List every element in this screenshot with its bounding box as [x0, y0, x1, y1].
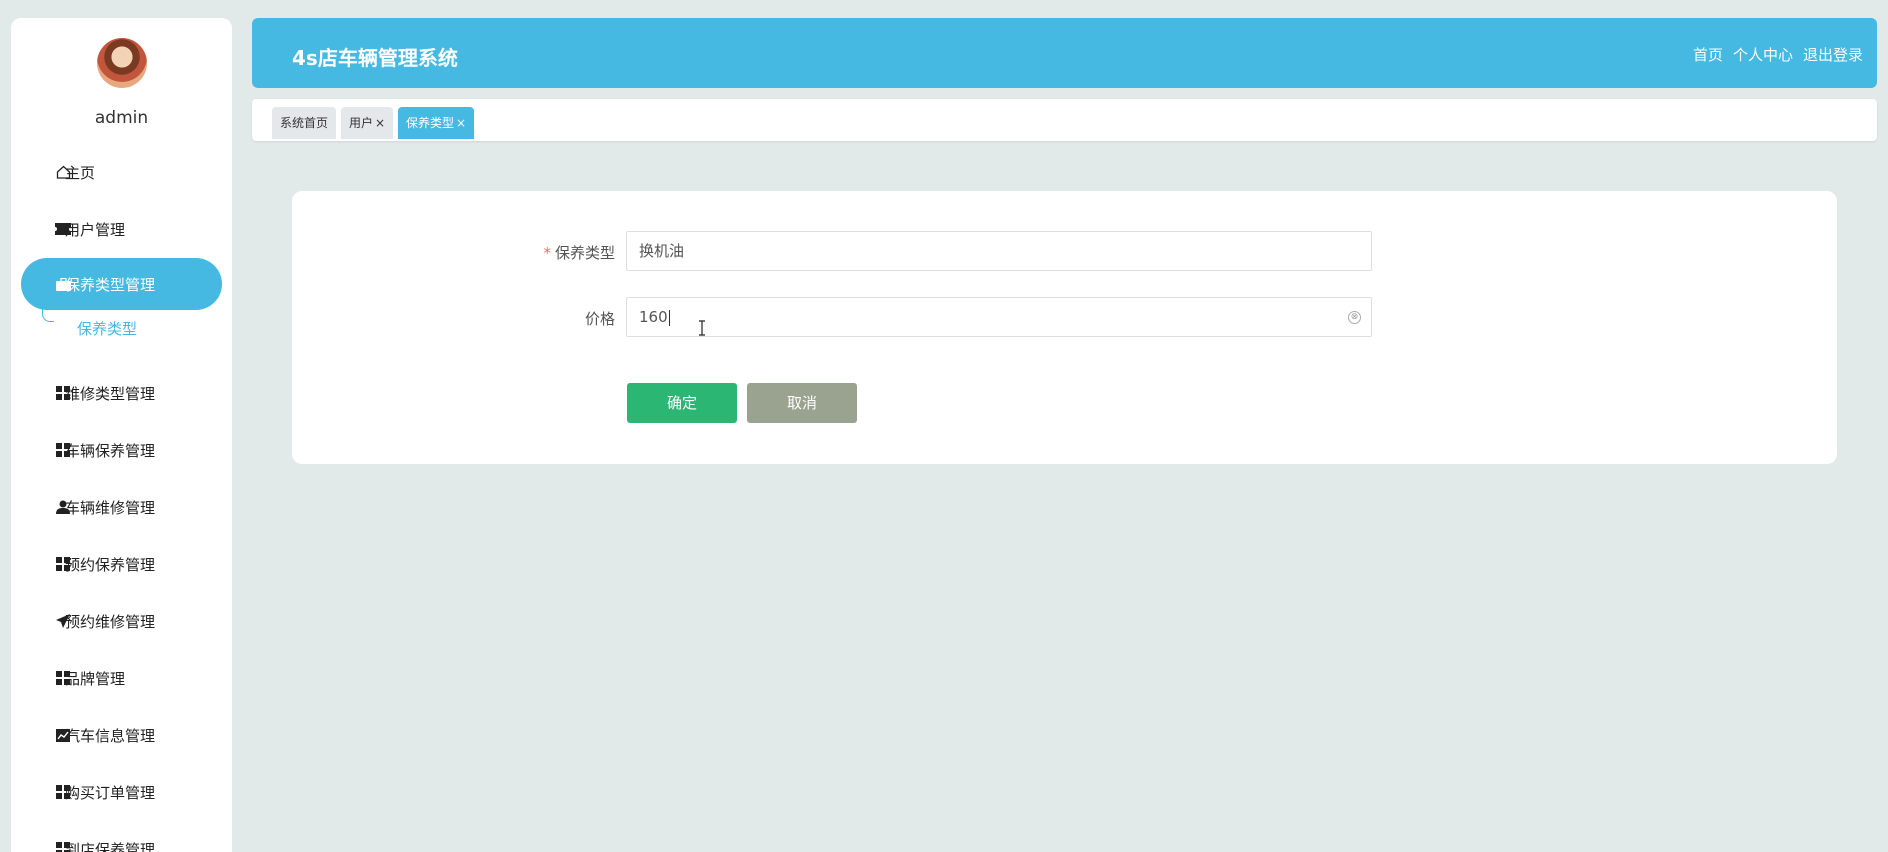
sidebar-item-label: 车辆保养管理 — [65, 441, 156, 460]
sidebar: admin 主页 用户管理 保养类型管理 保养类型 维修类型管理 车辆保养管理 … — [11, 18, 232, 852]
sidebar-item-booking-maintenance[interactable]: 预约保养管理 — [21, 538, 222, 590]
sidebar-item-brand[interactable]: 品牌管理 — [21, 652, 222, 704]
cancel-button[interactable]: 取消 — [747, 383, 857, 423]
form-card: * 保养类型 换机油 价格 160 ⊗ 确定 取消 — [292, 191, 1837, 464]
send-icon — [55, 614, 71, 628]
app-title: 4s店车辆管理系统 — [292, 46, 458, 70]
tab-users[interactable]: 用户 × — [341, 107, 394, 139]
sidebar-item-orders[interactable]: 购买订单管理 — [21, 766, 222, 818]
briefcase-icon — [55, 277, 71, 291]
type-label-text: 保养类型 — [554, 244, 615, 262]
price-input[interactable]: 160 ⊗ — [626, 297, 1372, 337]
tab-maintenance-type[interactable]: 保养类型 × — [398, 107, 475, 139]
avatar[interactable] — [97, 38, 147, 88]
price-input-value: 160 — [639, 308, 668, 326]
tab-label: 用户 — [349, 116, 374, 130]
required-mark: * — [543, 244, 551, 262]
sidebar-item-repair-type[interactable]: 维修类型管理 — [21, 367, 222, 419]
ticket-icon — [55, 222, 71, 236]
logout-link[interactable]: 退出登录 — [1803, 44, 1863, 65]
sidebar-item-car-info[interactable]: 汽车信息管理 — [21, 709, 222, 761]
sidebar-item-label: 品牌管理 — [65, 669, 126, 688]
sidebar-item-label: 用户管理 — [65, 220, 126, 239]
sidebar-item-label: 维修类型管理 — [65, 384, 156, 403]
sidebar-item-vehicle-maintenance[interactable]: 车辆保养管理 — [21, 424, 222, 476]
user-icon — [55, 500, 71, 514]
tab-label: 保养类型 — [406, 116, 455, 130]
close-icon[interactable]: × — [456, 116, 466, 130]
chart-icon — [55, 728, 71, 742]
sidebar-item-label: 预约保养管理 — [65, 555, 156, 574]
ibeam-cursor-icon — [699, 320, 705, 336]
sidebar-item-booking-repair[interactable]: 预约维修管理 — [21, 595, 222, 647]
type-input-value: 换机油 — [639, 242, 685, 260]
sidebar-item-label: 保养类型管理 — [65, 275, 156, 294]
sidebar-item-home[interactable]: 主页 — [21, 146, 222, 198]
sidebar-item-label: 预约维修管理 — [65, 612, 156, 631]
tab-system-home[interactable]: 系统首页 — [272, 107, 337, 139]
sidebar-item-users[interactable]: 用户管理 — [21, 203, 222, 255]
grid-icon — [55, 443, 71, 457]
tab-label: 系统首页 — [280, 116, 329, 130]
sidebar-item-label: 车辆维修管理 — [65, 498, 156, 517]
grid-icon — [55, 785, 71, 799]
price-label: 价格 — [584, 310, 615, 328]
home-icon — [55, 165, 71, 179]
sidebar-item-label: 到店保养管理 — [65, 840, 156, 852]
header: 4s店车辆管理系统 首页 个人中心 退出登录 — [252, 18, 1877, 88]
username: admin — [94, 108, 149, 128]
home-link[interactable]: 首页 — [1693, 44, 1723, 65]
grid-icon — [55, 386, 71, 400]
sidebar-item-label: 购买订单管理 — [65, 783, 156, 802]
submenu-item-maintenance-type[interactable]: 保养类型 — [77, 318, 137, 339]
type-label: * 保养类型 — [495, 242, 615, 263]
close-icon[interactable]: × — [375, 116, 385, 130]
grid-icon — [55, 557, 71, 571]
grid-icon — [55, 671, 71, 685]
header-links: 首页 个人中心 退出登录 — [1693, 44, 1863, 65]
text-caret — [668, 309, 670, 326]
tabs-bar: 系统首页 用户 × 保养类型 × — [252, 99, 1877, 141]
grid-icon — [55, 842, 71, 852]
sidebar-item-label: 汽车信息管理 — [65, 726, 156, 745]
type-input[interactable]: 换机油 — [626, 231, 1372, 271]
submenu-connector — [42, 302, 54, 322]
sidebar-item-vehicle-repair[interactable]: 车辆维修管理 — [21, 481, 222, 533]
profile-link[interactable]: 个人中心 — [1733, 44, 1793, 65]
confirm-button[interactable]: 确定 — [627, 383, 737, 423]
sidebar-item-store-maintenance[interactable]: 到店保养管理 — [21, 823, 222, 852]
clear-icon[interactable]: ⊗ — [1348, 311, 1361, 324]
